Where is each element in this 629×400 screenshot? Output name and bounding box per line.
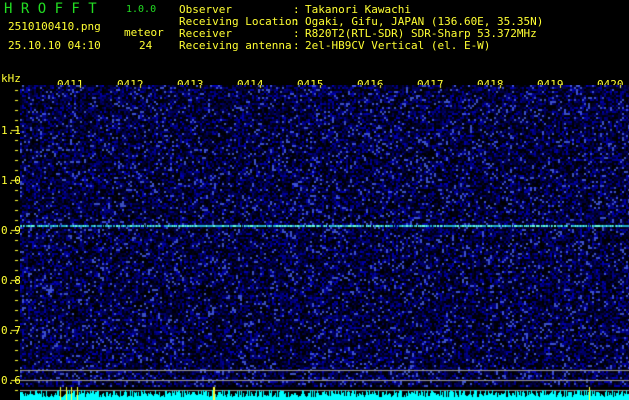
file-datetime: 25.10.10 04:10 [8, 39, 101, 52]
spectrogram [20, 85, 629, 400]
info-label: Receiving antenna [179, 39, 292, 52]
info-value: 2el-HB9CV Vertical (el. E-W) [305, 39, 491, 52]
app-version: 1.0.0 [126, 4, 157, 15]
y-axis-unit: kHz [1, 72, 21, 85]
info-colon: : [293, 39, 300, 52]
meteor-label: meteor [124, 26, 164, 39]
app-title: H R O F F T [4, 1, 97, 17]
y-axis-ticks [0, 85, 20, 400]
meteor-count: 24 [139, 39, 153, 52]
file-name: 2510100410.png [8, 20, 101, 33]
